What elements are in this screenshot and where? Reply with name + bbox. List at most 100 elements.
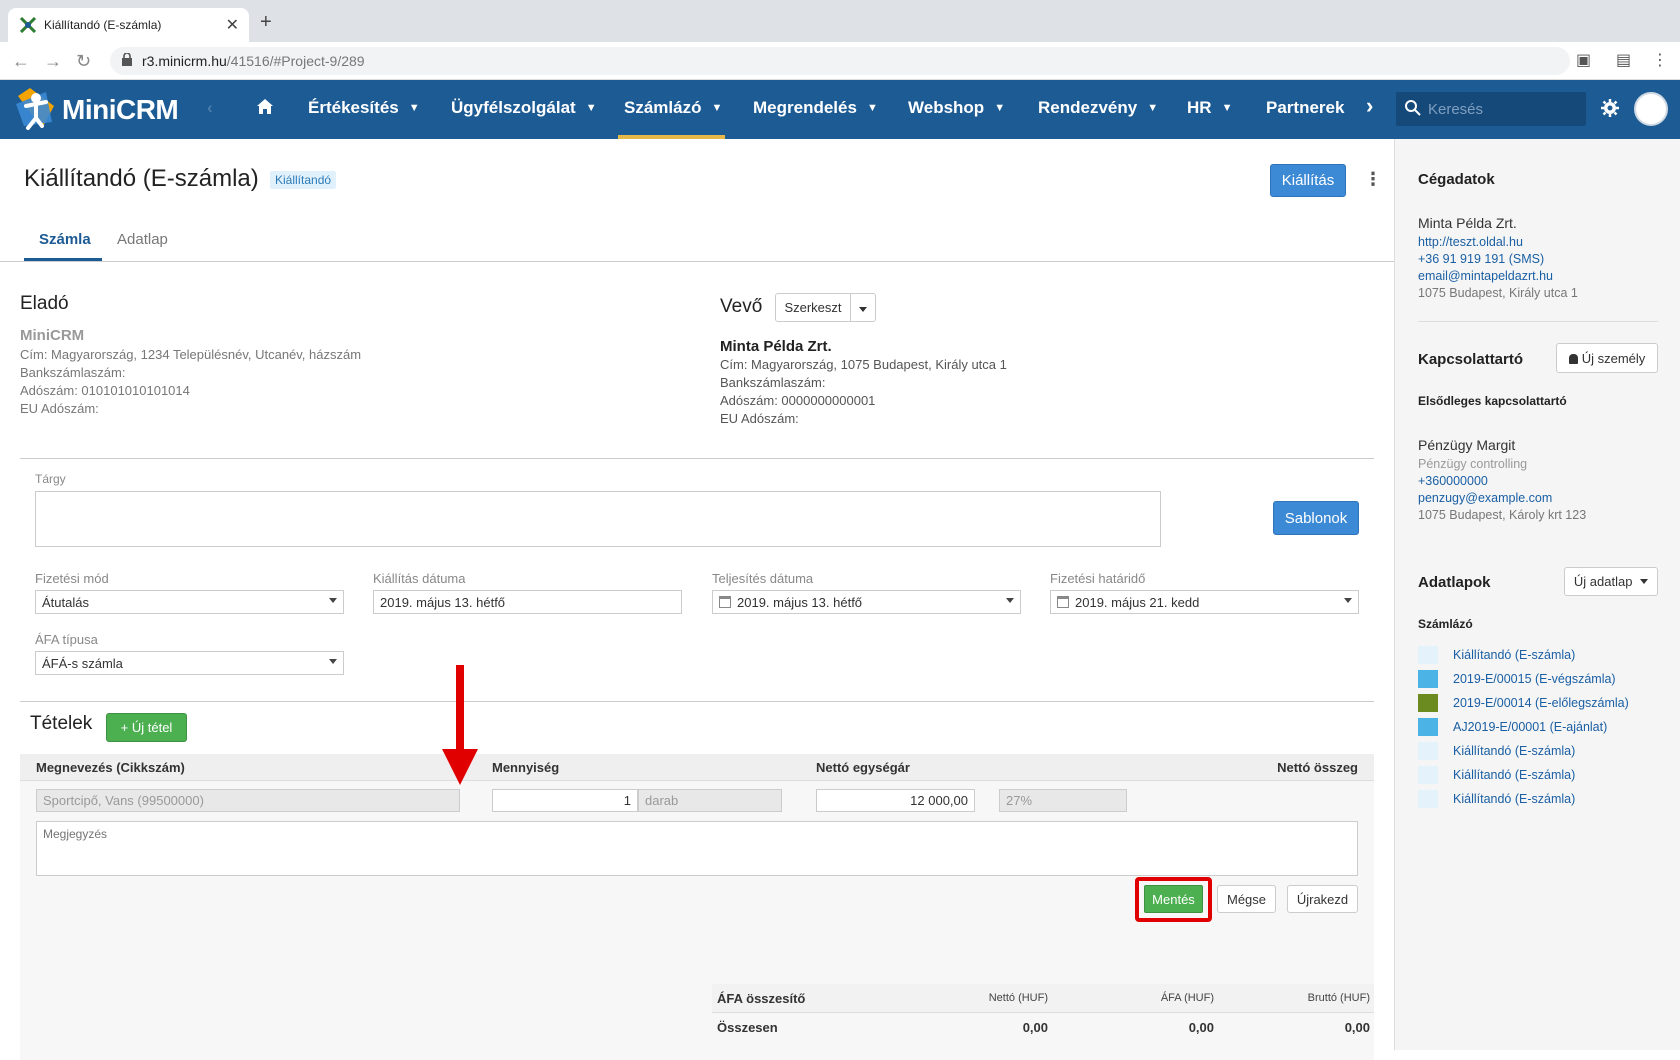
datasheet-link[interactable]: Kiállítandó (E-számla) xyxy=(1453,792,1575,806)
vat-summary-total-net: 0,00 xyxy=(1022,1020,1048,1035)
restart-button[interactable]: Újrakezd xyxy=(1287,885,1358,913)
company-website-link[interactable]: http://teszt.oldal.hu xyxy=(1418,235,1523,249)
issue-button[interactable]: Kiállítás xyxy=(1270,164,1346,197)
vat-summary-gross-header: Bruttó (HUF) xyxy=(1307,992,1370,1004)
payment-method-select[interactable]: Átutalás xyxy=(35,590,344,614)
primary-contact-label: Elsődleges kapcsolattartó xyxy=(1418,394,1567,408)
edit-buyer-button[interactable]: Szerkeszt xyxy=(775,293,851,322)
nav-prev-icon[interactable]: ‹ xyxy=(207,98,213,118)
back-icon[interactable]: ← xyxy=(12,51,30,72)
save-button[interactable]: Mentés xyxy=(1144,885,1203,913)
seller-tax: Adószám: 010101010101014 xyxy=(20,383,190,398)
url-field[interactable]: r3.minicrm.hu/41516/#Project-9/289 xyxy=(110,47,1570,75)
reload-icon[interactable]: ↻ xyxy=(76,51,91,72)
company-phone-link[interactable]: +36 91 919 191 (SMS) xyxy=(1418,252,1544,266)
logo-text: MiniCRM xyxy=(62,94,179,125)
chevron-down-icon xyxy=(329,598,337,603)
items-header-divider xyxy=(20,780,1374,781)
buyer-eu-tax: EU Adószám: xyxy=(720,411,799,426)
nav-item-partners[interactable]: Partnerek xyxy=(1266,98,1344,118)
nav-item-hr[interactable]: HR ▼ xyxy=(1187,98,1232,118)
col-unit-price-header: Nettó egységár xyxy=(816,760,910,775)
col-qty-header: Mennyiség xyxy=(492,760,560,775)
new-person-button[interactable]: Új személy xyxy=(1556,343,1658,373)
seller-name: MiniCRM xyxy=(20,327,85,344)
search-box[interactable] xyxy=(1396,92,1586,126)
search-input[interactable] xyxy=(1428,96,1578,122)
datasheet-link[interactable]: 2019-E/00014 (E-előlegszámla) xyxy=(1453,696,1629,710)
user-avatar[interactable] xyxy=(1634,92,1668,126)
company-heading: Cégadatok xyxy=(1418,171,1495,188)
due-date-label: Fizetési határidő xyxy=(1050,571,1146,586)
issue-date-field[interactable]: 2019. május 13. hétfő xyxy=(373,590,682,614)
datasheet-link[interactable]: Kiállítandó (E-számla) xyxy=(1453,744,1575,758)
browser-tab[interactable]: Kiállítandó (E-számla) ✕ xyxy=(8,8,249,42)
due-date-value: 2019. május 21. kedd xyxy=(1075,595,1200,610)
vat-type-label: ÁFA típusa xyxy=(35,632,98,647)
edit-buyer-dropdown[interactable] xyxy=(850,293,876,322)
vat-summary-total-label: Összesen xyxy=(717,1020,778,1035)
new-tab-icon[interactable]: + xyxy=(260,12,272,32)
item-unit-field[interactable]: darab xyxy=(638,789,782,812)
minicrm-logo[interactable]: MiniCRM xyxy=(16,86,186,132)
browser-tab-bar: Kiállítandó (E-számla) ✕ + xyxy=(0,0,1680,42)
due-date-field[interactable]: 2019. május 21. kedd xyxy=(1050,590,1359,614)
fulfil-date-label: Teljesítés dátuma xyxy=(712,571,814,586)
nav-next-icon[interactable]: › xyxy=(1366,93,1373,119)
lock-icon xyxy=(122,53,132,66)
datasheet-color-swatch xyxy=(1418,670,1438,688)
tab-datasheet[interactable]: Adatlap xyxy=(117,231,168,248)
contact-role: Pénzügy controlling xyxy=(1418,457,1528,471)
close-tab-icon[interactable]: ✕ xyxy=(226,15,239,35)
item-note-field[interactable] xyxy=(36,821,1358,876)
datasheet-color-swatch xyxy=(1418,646,1438,664)
nav-item-events[interactable]: Rendezvény ▼ xyxy=(1038,98,1158,118)
new-item-button[interactable]: + Új tétel xyxy=(106,713,187,742)
new-datasheet-button[interactable]: Új adatlap xyxy=(1564,567,1658,596)
calendar-icon xyxy=(1057,596,1069,608)
browser-tab-title: Kiállítandó (E-számla) xyxy=(44,18,162,32)
nav-item-webshop[interactable]: Webshop ▼ xyxy=(908,98,1005,118)
seller-heading: Eladó xyxy=(20,293,69,314)
contact-email-link[interactable]: penzugy@example.com xyxy=(1418,491,1552,505)
datasheet-link[interactable]: 2019-E/00015 (E-végszámla) xyxy=(1453,672,1616,686)
item-price-field[interactable]: 12 000,00 xyxy=(816,789,975,812)
clipboard-icon[interactable]: ▤ xyxy=(1616,50,1631,70)
home-icon[interactable] xyxy=(257,99,273,114)
forward-icon[interactable]: → xyxy=(44,51,62,72)
page-title: Kiállítandó (E-számla) xyxy=(24,165,259,192)
red-arrow-annotation xyxy=(442,665,478,785)
contact-phone-link[interactable]: +360000000 xyxy=(1418,474,1488,488)
translate-icon[interactable]: ▣ xyxy=(1576,50,1591,70)
datasheet-color-swatch xyxy=(1418,790,1438,808)
item-qty-field[interactable]: 1 xyxy=(492,789,638,812)
subject-field[interactable] xyxy=(35,491,1161,547)
nav-item-support[interactable]: Ügyfélszolgálat ▼ xyxy=(451,98,597,118)
nav-item-invoicer[interactable]: Számlázó ▼ xyxy=(624,98,722,118)
datasheets-heading: Adatlapok xyxy=(1418,574,1491,591)
buyer-bank: Bankszámlaszám: xyxy=(720,375,826,390)
col-name-header: Megnevezés (Cikkszám) xyxy=(36,760,185,775)
chevron-down-icon xyxy=(1006,598,1014,603)
sidebar-divider xyxy=(1418,321,1658,322)
fulfil-date-field[interactable]: 2019. május 13. hétfő xyxy=(712,590,1021,614)
item-vat-field[interactable]: 27% xyxy=(999,789,1127,812)
nav-item-orders[interactable]: Megrendelés ▼ xyxy=(753,98,878,118)
company-email-link[interactable]: email@mintapeldazrt.hu xyxy=(1418,269,1553,283)
fulfil-date-value: 2019. május 13. hétfő xyxy=(737,595,863,610)
items-heading: Tételek xyxy=(30,713,93,734)
datasheet-link[interactable]: Kiállítandó (E-számla) xyxy=(1453,768,1575,782)
datasheet-link[interactable]: Kiállítandó (E-számla) xyxy=(1453,648,1575,662)
vat-type-select[interactable]: ÁFÁ-s számla xyxy=(35,651,344,675)
browser-menu-icon[interactable]: ⋮ xyxy=(1652,50,1668,70)
cancel-button[interactable]: Mégse xyxy=(1217,885,1276,913)
seller-eu-tax: EU Adószám: xyxy=(20,401,99,416)
more-options-icon[interactable]: ⋮ xyxy=(1364,169,1382,190)
tab-invoice[interactable]: Számla xyxy=(39,231,91,248)
templates-button[interactable]: Sablonok xyxy=(1273,501,1359,535)
datasheet-link[interactable]: AJ2019-E/00001 (E-ajánlat) xyxy=(1453,720,1607,734)
item-name-field[interactable]: Sportcipő, Vans (99500000) xyxy=(36,789,460,812)
settings-gear-icon[interactable] xyxy=(1600,98,1620,118)
nav-item-sales[interactable]: Értékesítés ▼ xyxy=(308,98,420,118)
vat-type-value: ÁFÁ-s számla xyxy=(42,656,123,671)
